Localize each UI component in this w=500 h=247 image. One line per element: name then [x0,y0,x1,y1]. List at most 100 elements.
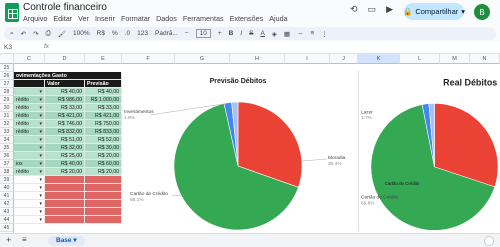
row-header-37[interactable]: 37 [0,160,14,168]
undo-icon[interactable]: ↶ [21,30,26,38]
strikethrough-button[interactable]: S [249,30,253,37]
column-header-d[interactable]: D [45,54,85,64]
table-cell-category[interactable]: rédito ▾ [14,112,45,120]
row-header-29[interactable]: 29 [0,96,14,104]
column-header-l[interactable]: L [400,54,440,64]
text-color-button[interactable]: A [260,30,264,37]
column-header-i[interactable]: I [285,54,330,64]
table-cell-previsao[interactable]: R$ 750,00 [85,120,122,128]
font-select[interactable]: Padrã... [155,30,178,37]
borders-icon[interactable]: ▦ [284,30,290,38]
table-cell-empty-valor[interactable] [45,216,85,224]
explore-icon[interactable] [484,236,494,246]
menu-item-ajuda[interactable]: Ajuda [269,14,287,23]
dropdown-arrow-icon[interactable]: ▾ [39,112,42,119]
menu-item-extensões[interactable]: Extensões [230,14,264,23]
fill-color-icon[interactable]: ◈ [272,30,277,38]
table-cell-previsao[interactable]: R$ 833,00 [85,128,122,136]
table-cell-valor[interactable]: R$ 25,00 [45,152,85,160]
percent-format-button[interactable]: % [112,30,118,37]
table-cell-empty-valor[interactable] [45,208,85,216]
table-cell-category[interactable]: rédito ▾ [14,104,45,112]
select-all-corner[interactable] [0,54,14,64]
dropdown-arrow-icon[interactable]: ▾ [39,128,42,135]
add-sheet-icon[interactable]: + [6,235,11,245]
table-cell-empty-valor[interactable] [45,176,85,184]
column-header-k[interactable]: K [358,54,400,64]
row-header-32[interactable]: 32 [0,120,14,128]
table-cell-previsao[interactable]: R$ 30,00 [85,144,122,152]
table-cell-previsao[interactable]: R$ 40,00 [85,88,122,96]
table-cell-valor[interactable]: R$ 51,00 [45,136,85,144]
bold-button[interactable]: B [229,30,234,37]
menu-item-ver[interactable]: Ver [78,14,89,23]
chart-previsao-debitos[interactable]: Previsão Débitos Investimentos1.9% Moradia… [122,71,356,231]
name-box[interactable]: K3 [4,44,12,51]
table-cell-empty-previsao[interactable] [85,216,122,224]
table-cell-empty-previsao[interactable] [85,200,122,208]
paint-format-icon[interactable]: 🖌 [58,30,66,38]
row-header-41[interactable]: 41 [0,192,14,200]
font-size-increase-button[interactable]: + [218,30,222,37]
menu-item-dados[interactable]: Dados [156,14,177,23]
column-header-f[interactable]: F [122,54,175,64]
row-header-39[interactable]: 39 [0,176,14,184]
row-header-35[interactable]: 35 [0,144,14,152]
table-cell-previsao[interactable]: R$ 1.000,00 [85,96,122,104]
search-menus-icon[interactable]: ⌕ [10,30,14,38]
table-cell-category[interactable]: rédito ▾ [14,168,45,176]
row-header-40[interactable]: 40 [0,184,14,192]
menu-item-editar[interactable]: Editar [53,14,72,23]
table-cell-previsao[interactable]: R$ 421,00 [85,112,122,120]
row-header-27[interactable]: 27 [0,80,14,88]
dropdown-arrow-icon[interactable]: ▾ [39,88,42,95]
menu-item-inserir[interactable]: Inserir [95,14,115,23]
document-title[interactable]: Controle financeiro [23,2,107,13]
table-cell-empty-valor[interactable] [45,184,85,192]
more-icon[interactable]: ⋮ [321,30,328,38]
row-header-45[interactable]: 45 [0,224,14,232]
table-cell-empty-previsao[interactable] [85,176,122,184]
share-button[interactable]: 🔒 Compartilhar ▾ [403,3,465,20]
column-header-e[interactable]: E [85,54,122,64]
dropdown-arrow-icon[interactable]: ▾ [39,120,42,127]
table-cell-empty-previsao[interactable] [85,208,122,216]
dropdown-arrow-icon[interactable]: ▾ [39,96,42,103]
font-size-input[interactable]: 10 [195,29,211,38]
dropdown-arrow-icon[interactable]: ▾ [39,160,42,167]
row-header-28[interactable]: 28 [0,88,14,96]
menu-item-arquivo[interactable]: Arquivo [23,14,47,23]
table-cell-category[interactable]: rédito ▾ [14,128,45,136]
table-cell-empty-valor[interactable] [45,200,85,208]
table-cell-empty[interactable]: ▾ [14,184,45,192]
dropdown-arrow-icon[interactable]: ▾ [39,184,42,191]
italic-button[interactable]: I [240,30,242,37]
column-header-n[interactable]: N [470,54,500,64]
more-formats-button[interactable]: 123 [137,30,148,37]
column-header-j[interactable]: J [330,54,358,64]
table-cell-previsao[interactable]: R$ 60,00 [85,160,122,168]
table-cell-empty[interactable]: ▾ [14,176,45,184]
dropdown-arrow-icon[interactable]: ▾ [39,216,42,223]
zoom-select[interactable]: 100% [73,30,90,37]
align-icon[interactable]: ≡ [310,30,314,37]
row-header-42[interactable]: 42 [0,200,14,208]
font-size-decrease-button[interactable]: − [185,30,189,37]
column-header-c[interactable]: C [14,54,45,64]
table-cell-category[interactable]: ▾ [14,88,45,96]
menu-item-formatar[interactable]: Formatar [121,14,150,23]
table-cell-valor[interactable]: R$ 32,00 [45,144,85,152]
history-icon[interactable]: ⟲ [350,4,358,15]
table-cell-empty-previsao[interactable] [85,192,122,200]
table-cell-valor[interactable]: R$ 421,00 [45,112,85,120]
dropdown-arrow-icon[interactable]: ▾ [39,208,42,215]
sheets-logo-icon[interactable] [5,3,19,22]
table-cell-empty[interactable]: ▾ [14,208,45,216]
table-cell-valor[interactable]: R$ 832,00 [45,128,85,136]
currency-format-button[interactable]: R$ [97,30,105,37]
chart-real-debitos[interactable]: Real DébitosLazer1.7%Cartão de Crédito66… [358,71,500,231]
dropdown-arrow-icon[interactable]: ▾ [39,200,42,207]
row-header-34[interactable]: 34 [0,136,14,144]
table-cell-category[interactable]: ios ▾ [14,160,45,168]
table-cell-previsao[interactable]: R$ 20,00 [85,152,122,160]
